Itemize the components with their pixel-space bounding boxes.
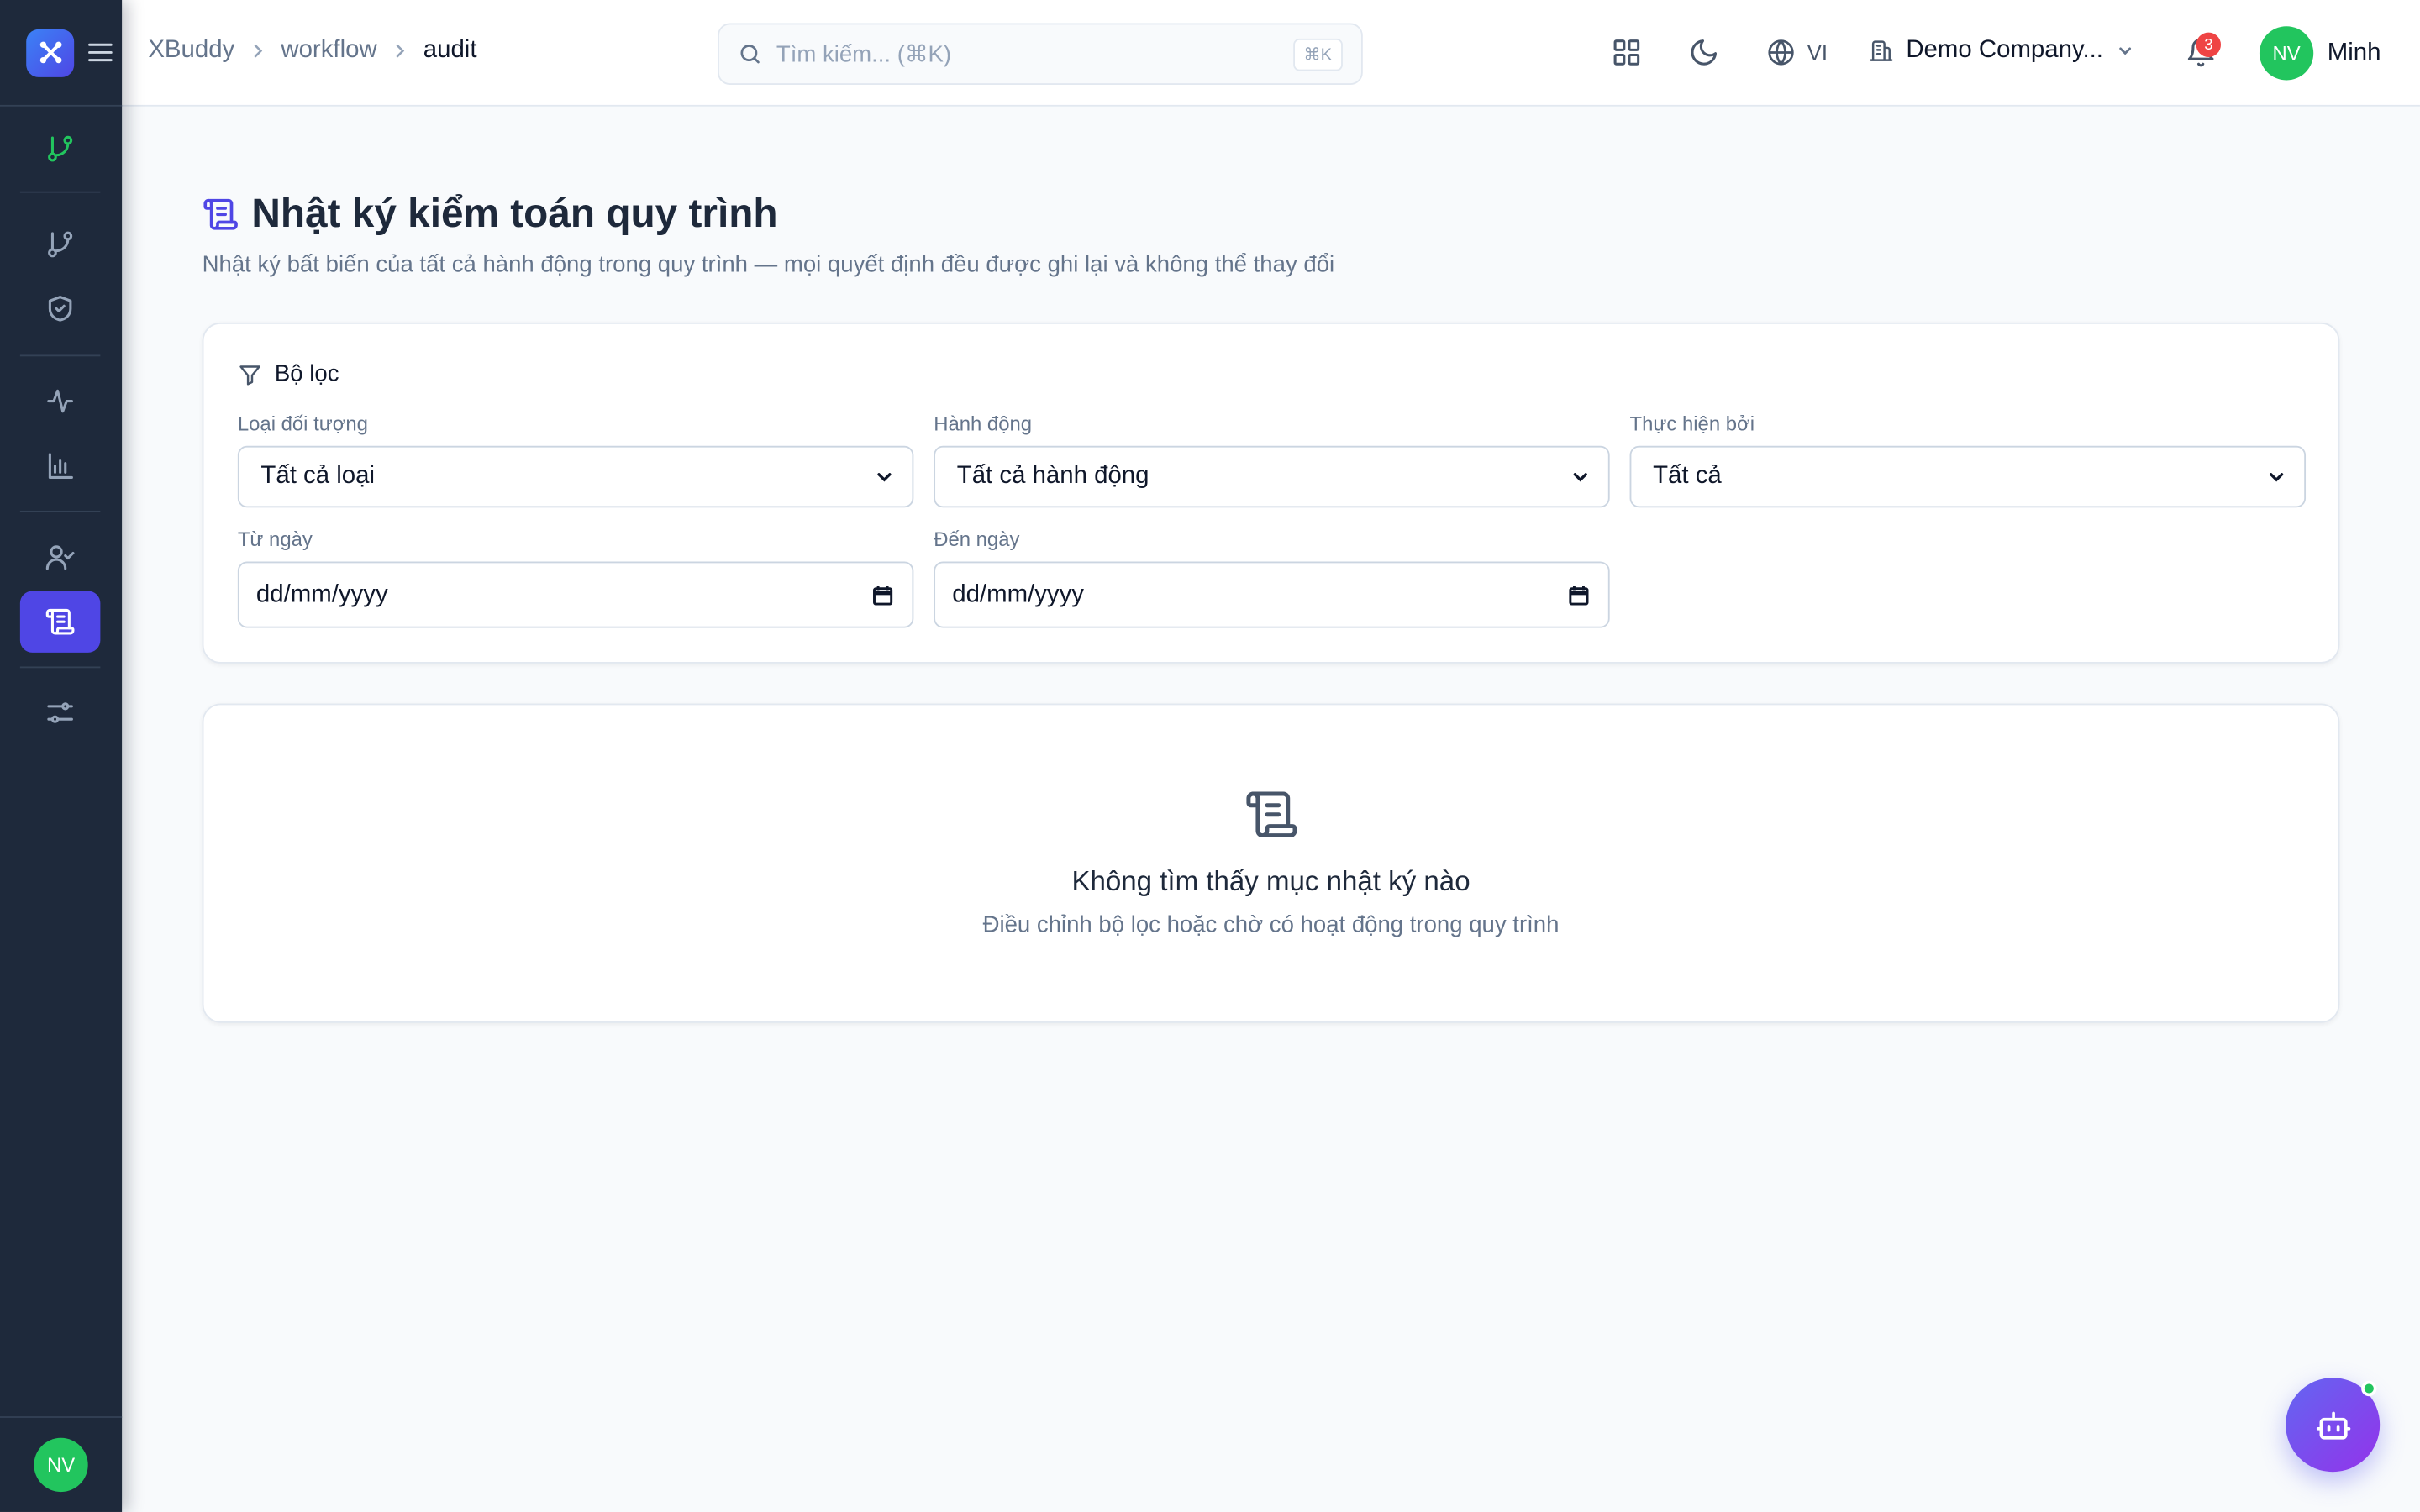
object-type-value: Tất cả loại bbox=[260, 463, 375, 490]
filter-heading-label: Bộ lọc bbox=[274, 360, 339, 388]
moon-icon[interactable] bbox=[1686, 34, 1723, 71]
sidebar-header bbox=[0, 0, 123, 107]
object-type-select[interactable]: Tất cả loại bbox=[237, 445, 914, 508]
shield-check-icon bbox=[48, 296, 72, 322]
filter-heading: Bộ lọc bbox=[238, 361, 339, 387]
chevron-down-icon bbox=[875, 468, 893, 486]
page-header: Nhật ký kiểm toán quy trình bbox=[203, 190, 778, 238]
action-label: Hành động bbox=[934, 412, 1033, 435]
sidebar-item-approvals[interactable] bbox=[20, 278, 101, 339]
from-date-value: dd/mm/yyyy bbox=[255, 580, 388, 607]
sidebar-divider bbox=[19, 666, 101, 669]
avatar: NV bbox=[2259, 26, 2314, 81]
scroll-icon bbox=[45, 608, 75, 635]
sliders-icon bbox=[47, 702, 73, 723]
user-menu[interactable]: NV Minh bbox=[2259, 26, 2381, 81]
activity-icon bbox=[47, 389, 73, 413]
language-label: VI bbox=[1807, 39, 1828, 66]
sidebar-divider bbox=[19, 510, 101, 512]
action-select[interactable]: Tất cả hành động bbox=[934, 445, 1610, 508]
git-branch-icon bbox=[48, 135, 73, 162]
search-placeholder: Tìm kiếm... (⌘K) bbox=[776, 41, 952, 68]
action-value: Tất cả hành động bbox=[956, 463, 1150, 490]
empty-state-card: Không tìm thấy mục nhật ký nào Điều chỉn… bbox=[202, 703, 2340, 1023]
sidebar-divider bbox=[19, 191, 101, 193]
performed-by-label: Thực hiện bởi bbox=[1629, 412, 1755, 435]
to-date-input[interactable]: dd/mm/yyyy bbox=[934, 561, 1610, 628]
filter-card: Bộ lọc Loại đối tượng Tất cả loại Hành đ… bbox=[202, 322, 2340, 664]
sidebar-item-reports[interactable] bbox=[20, 435, 101, 496]
sidebar: NV bbox=[0, 0, 123, 1512]
notification-badge: 3 bbox=[2196, 32, 2222, 57]
empty-state-subtitle: Điều chỉnh bộ lọc hoặc chờ có hoạt động … bbox=[982, 911, 1560, 938]
git-branch-icon bbox=[48, 231, 73, 258]
avatar[interactable]: NV bbox=[34, 1437, 88, 1493]
from-date-input[interactable]: dd/mm/yyyy bbox=[237, 561, 914, 628]
sidebar-item-settings[interactable] bbox=[20, 682, 101, 743]
empty-state-title: Không tìm thấy mục nhật ký nào bbox=[1071, 865, 1470, 897]
chevron-right-icon bbox=[392, 43, 408, 58]
from-date-label: Từ ngày bbox=[237, 528, 313, 551]
filter-icon bbox=[239, 365, 260, 385]
bot-icon bbox=[2315, 1410, 2350, 1439]
search-input[interactable]: Tìm kiếm... (⌘K) ⌘K bbox=[718, 23, 1363, 86]
company-name: Demo Company... bbox=[1906, 37, 2103, 64]
language-switcher[interactable]: VI bbox=[1765, 37, 1828, 68]
sidebar-item-workflows[interactable] bbox=[20, 213, 101, 274]
company-switcher[interactable]: Demo Company... bbox=[1869, 37, 2133, 65]
bar-chart-icon bbox=[48, 453, 73, 479]
apps-grid-icon[interactable] bbox=[1608, 34, 1645, 71]
breadcrumb-item-home[interactable]: XBuddy bbox=[148, 37, 234, 65]
app-logo-icon[interactable] bbox=[26, 28, 75, 76]
to-date-value: dd/mm/yyyy bbox=[952, 580, 1084, 607]
sidebar-item-assignees[interactable] bbox=[20, 526, 101, 587]
hamburger-icon[interactable] bbox=[88, 40, 113, 65]
calendar-icon[interactable] bbox=[1568, 584, 1590, 606]
sidebar-footer: NV bbox=[0, 1416, 123, 1512]
performed-by-value: Tất cả bbox=[1653, 463, 1722, 490]
sidebar-divider bbox=[19, 354, 101, 357]
breadcrumb-item-workflow[interactable]: workflow bbox=[281, 37, 376, 65]
online-status-dot bbox=[2361, 1380, 2377, 1397]
search-icon bbox=[740, 45, 760, 64]
topbar: XBuddy workflow audit Tìm kiếm... (⌘K) ⌘… bbox=[122, 0, 2420, 107]
sidebar-item-audit[interactable] bbox=[19, 591, 101, 653]
scroll-icon bbox=[1246, 791, 1297, 838]
page-subtitle: Nhật ký bất biến của tất cả hành động tr… bbox=[202, 251, 1335, 278]
chevron-down-icon bbox=[1571, 468, 1590, 486]
page-title: Nhật ký kiểm toán quy trình bbox=[251, 189, 778, 237]
user-name: Minh bbox=[2327, 39, 2381, 66]
sidebar-item-workflow-home[interactable] bbox=[20, 118, 101, 179]
chevron-down-icon bbox=[2118, 47, 2131, 55]
sidebar-item-activity[interactable] bbox=[20, 370, 101, 432]
search-shortcut: ⌘K bbox=[1292, 37, 1343, 71]
to-date-label: Đến ngày bbox=[934, 528, 1020, 551]
breadcrumb-item-current: audit bbox=[423, 37, 477, 64]
breadcrumb: XBuddy workflow audit bbox=[148, 37, 476, 65]
performed-by-select[interactable]: Tất cả bbox=[1629, 445, 2307, 508]
user-check-icon bbox=[45, 545, 75, 570]
building-icon bbox=[1870, 40, 1893, 61]
chevron-down-icon bbox=[2267, 468, 2286, 486]
object-type-label: Loại đối tượng bbox=[237, 412, 368, 435]
scroll-icon bbox=[203, 198, 238, 229]
chevron-right-icon bbox=[250, 43, 266, 58]
calendar-icon[interactable] bbox=[872, 584, 894, 606]
globe-icon bbox=[1768, 39, 1794, 66]
